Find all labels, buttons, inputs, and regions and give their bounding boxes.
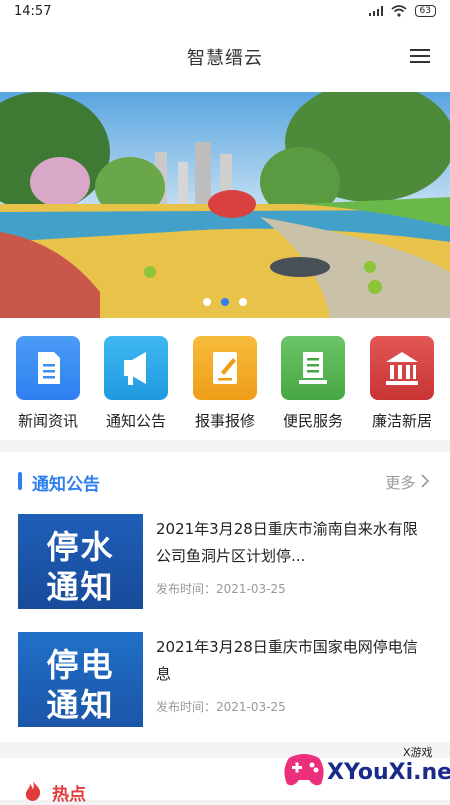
thumbnail-text-bottom: 通知 (46, 568, 115, 606)
news-document-icon (16, 336, 80, 400)
quick-report[interactable]: 报事报修 (190, 336, 260, 431)
quick-label: 新闻资讯 (17, 412, 78, 430)
quick-label: 通知公告 (105, 412, 166, 430)
thumbnail-text-bottom: 通知 (46, 686, 115, 724)
watermark-text: XYouXi.net (327, 760, 450, 785)
quick-service[interactable]: 便民服务 (278, 336, 348, 431)
quick-label: 便民服务 (282, 412, 343, 430)
quick-news[interactable]: 新闻资讯 (13, 336, 83, 431)
carousel-dot[interactable] (239, 298, 247, 306)
report-edit-icon (193, 336, 257, 400)
section-marker (18, 472, 22, 490)
carousel-dot-active[interactable] (221, 298, 229, 306)
notice-item[interactable]: 停电 通知 2021年3月28日重庆市国家电网停电信息 发布时间：2021-03… (18, 632, 432, 727)
notice-header: 通知公告 更多 (0, 462, 450, 502)
status-icons: 63 (368, 5, 436, 17)
fire-icon (25, 781, 41, 801)
notice-date: 发布时间：2021-03-25 (156, 700, 286, 714)
service-doc-icon (281, 336, 345, 400)
notice-section-title: 通知公告 (32, 475, 100, 495)
hot-section-title: 热点 (52, 785, 86, 805)
wifi-icon (391, 5, 407, 17)
more-label: 更多 (385, 474, 416, 492)
quick-notice[interactable]: 通知公告 (101, 336, 171, 431)
banner-image (0, 92, 450, 318)
status-time: 14:57 (14, 3, 52, 19)
quick-label: 廉洁新居 (371, 412, 432, 430)
gamepad-logo-icon (284, 754, 324, 786)
notice-item[interactable]: 停水 通知 2021年3月28日重庆市渝南自来水有限公司鱼洞片区计划停... 发… (18, 514, 432, 609)
page-title: 智慧缙云 (187, 48, 263, 69)
notice-thumbnail: 停水 通知 (18, 514, 143, 609)
carousel-dots (0, 298, 450, 306)
status-bar: 14:57 63 (0, 0, 450, 22)
more-link[interactable]: 更多 (385, 472, 430, 493)
menu-icon (410, 49, 430, 51)
notice-section: 通知公告 更多 停水 通知 2021年3月28日重庆市渝南自来水有限公司鱼洞片区… (0, 452, 450, 742)
quick-links: 新闻资讯 通知公告 报事报修 便民服务 廉洁新居 (0, 318, 450, 440)
notice-title: 2021年3月28日重庆市渝南自来水有限公司鱼洞片区计划停... (156, 520, 418, 565)
chevron-right-icon (421, 474, 430, 488)
notice-date: 发布时间：2021-03-25 (156, 582, 286, 596)
watermark-small-text: X游戏 (403, 746, 433, 759)
megaphone-icon (104, 336, 168, 400)
notice-thumbnail: 停电 通知 (18, 632, 143, 727)
battery-icon: 63 (414, 5, 436, 17)
quick-clean[interactable]: 廉洁新居 (367, 336, 437, 431)
banner-carousel[interactable] (0, 92, 450, 318)
signal-icon (368, 6, 383, 16)
carousel-dot[interactable] (203, 298, 211, 306)
notice-title: 2021年3月28日重庆市国家电网停电信息 (156, 638, 418, 683)
bank-building-icon (370, 336, 434, 400)
watermark: X游戏 XYouXi.net (275, 740, 450, 800)
app-header: 智慧缙云 (0, 22, 450, 92)
quick-label: 报事报修 (194, 412, 255, 430)
menu-button[interactable] (410, 46, 430, 64)
